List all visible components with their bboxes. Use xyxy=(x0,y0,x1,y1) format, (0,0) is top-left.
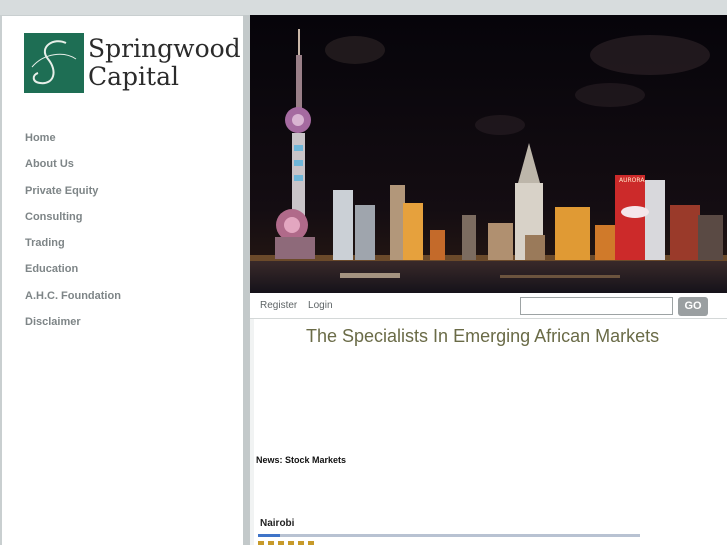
go-button[interactable]: GO xyxy=(678,297,708,316)
brand-name: Springwood Capital xyxy=(88,35,241,91)
top-strip xyxy=(0,0,727,15)
sidebar: Springwood Capital Home About Us Private… xyxy=(0,15,243,545)
brand-name-line2: Capital xyxy=(88,62,179,91)
nav-item-private-equity[interactable]: Private Equity xyxy=(25,184,121,210)
main-nav: Home About Us Private Equity Consulting … xyxy=(25,131,121,341)
nav-item-disclaimer[interactable]: Disclaimer xyxy=(25,315,121,341)
nav-item-trading[interactable]: Trading xyxy=(25,236,121,262)
news-heading: News: Stock Markets xyxy=(256,455,347,465)
monogram-icon xyxy=(24,33,84,93)
brand-name-line1: Springwood xyxy=(88,34,241,63)
nav-item-consulting[interactable]: Consulting xyxy=(25,210,121,236)
aurora-sign-text: AURORA xyxy=(619,177,645,184)
nav-item-ahc-foundation[interactable]: A.H.C. Foundation xyxy=(25,289,121,315)
nav-item-about-us[interactable]: About Us xyxy=(25,157,121,183)
search-input[interactable] xyxy=(520,297,673,315)
login-link[interactable]: Login xyxy=(308,300,332,311)
ticker-loading-indicator xyxy=(258,541,318,545)
brand-logo[interactable]: Springwood Capital xyxy=(24,33,241,93)
auth-links: Register Login xyxy=(260,300,341,311)
tab-nairobi[interactable]: Nairobi xyxy=(260,518,294,529)
nav-item-home[interactable]: Home xyxy=(25,131,121,157)
main-content: The Specialists In Emerging African Mark… xyxy=(250,319,727,545)
nav-item-education[interactable]: Education xyxy=(25,262,121,288)
tab-underline xyxy=(258,534,640,537)
page-tagline: The Specialists In Emerging African Mark… xyxy=(306,326,660,346)
toolbar: Register Login GO xyxy=(250,293,727,319)
tab-active-indicator xyxy=(258,534,280,537)
sidebar-gutter xyxy=(243,15,250,545)
register-link[interactable]: Register xyxy=(260,300,297,311)
hero-skyline-image: AURORA xyxy=(250,15,727,293)
